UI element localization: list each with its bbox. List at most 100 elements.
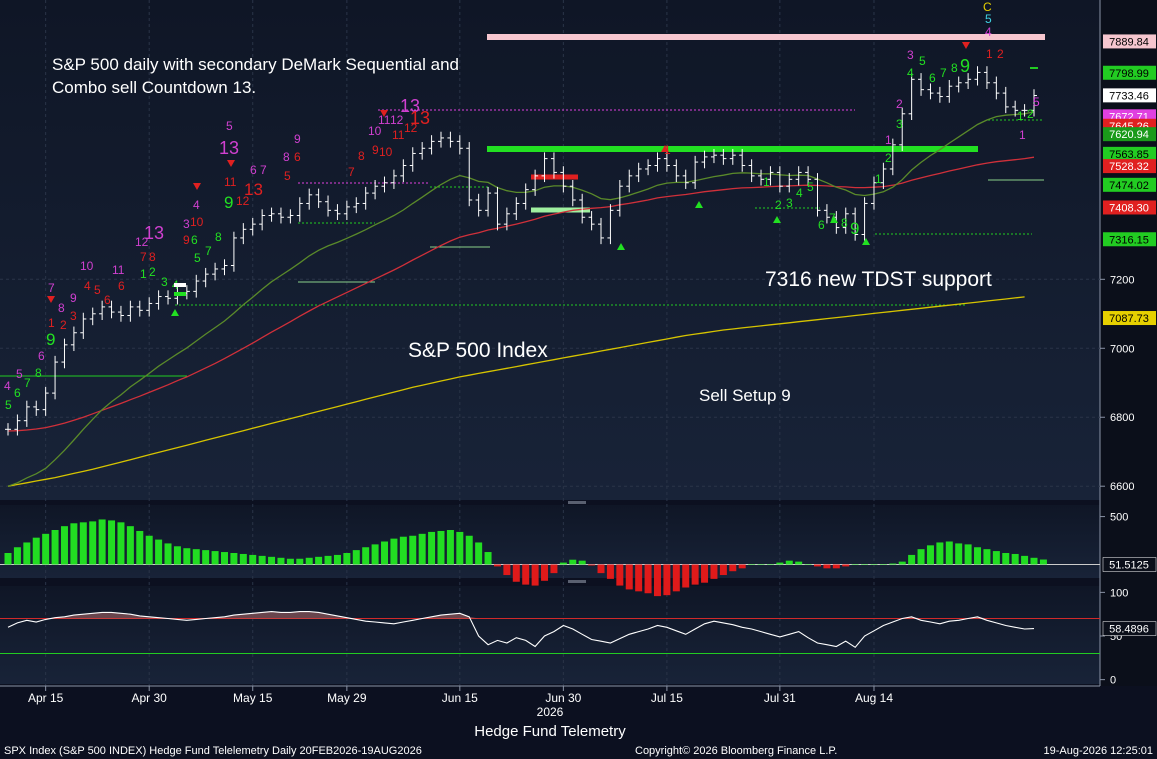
svg-text:9: 9 [294, 132, 301, 146]
svg-text:5: 5 [5, 398, 12, 412]
momentum-bar [315, 556, 323, 565]
svg-text:6: 6 [250, 163, 257, 177]
momentum-bar [1039, 559, 1047, 565]
momentum-bar [738, 564, 746, 569]
svg-text:8: 8 [35, 366, 42, 380]
momentum-bar [795, 561, 803, 565]
momentum-bar [371, 544, 379, 565]
svg-text:5: 5 [226, 119, 233, 133]
svg-text:2: 2 [885, 151, 892, 165]
price-tag-label: 7316.15 [1109, 234, 1149, 246]
price-tag: 7528.32 [1103, 159, 1156, 174]
svg-text:1: 1 [885, 133, 892, 147]
momentum-bar [588, 564, 596, 566]
svg-text:3: 3 [786, 196, 793, 210]
panel-splitter-1[interactable] [568, 501, 586, 504]
annotation-line-2: Combo sell Countdown 13. [52, 78, 256, 97]
momentum-bar [644, 564, 652, 594]
svg-text:9: 9 [183, 233, 190, 247]
momentum-bar [1030, 557, 1038, 565]
svg-text:6: 6 [118, 279, 125, 293]
momentum-bar [13, 547, 21, 565]
momentum-bar [42, 533, 50, 565]
svg-text:4: 4 [193, 198, 200, 212]
momentum-bar [663, 564, 671, 596]
svg-text:5: 5 [1033, 95, 1040, 109]
svg-text:6: 6 [929, 71, 936, 85]
momentum-bar [541, 564, 549, 581]
svg-text:1: 1 [140, 267, 147, 281]
momentum-bar [136, 530, 144, 565]
momentum-bar [559, 562, 567, 565]
price-tag-label: 7528.32 [1109, 161, 1149, 173]
price-tag: 7733.46 [1103, 88, 1156, 103]
svg-text:7: 7 [24, 376, 31, 390]
momentum-bar [493, 564, 501, 567]
x-tick-label: May 29 [327, 691, 367, 705]
svg-text:2: 2 [149, 265, 156, 279]
svg-text:10: 10 [80, 259, 94, 273]
svg-text:10: 10 [190, 215, 204, 229]
momentum-bar [446, 530, 454, 565]
y-tick-label: 0 [1110, 675, 1116, 687]
svg-text:6: 6 [14, 386, 21, 400]
momentum-bar [60, 526, 68, 565]
momentum-bar [625, 564, 633, 590]
svg-text:3: 3 [907, 48, 914, 62]
annotation-sell-setup: Sell Setup 9 [699, 386, 791, 405]
price-tag: 7563.85 [1103, 146, 1156, 161]
momentum-bar [842, 564, 850, 567]
momentum-value-label: 51.5125 [1109, 560, 1149, 572]
momentum-bar [202, 550, 210, 565]
momentum-bar [926, 545, 934, 565]
svg-text:5: 5 [919, 54, 926, 68]
svg-text:4: 4 [4, 379, 11, 393]
momentum-bar [1021, 555, 1029, 565]
svg-text:8: 8 [841, 216, 848, 230]
svg-text:11: 11 [392, 128, 405, 142]
svg-text:9: 9 [46, 330, 55, 349]
momentum-bar [889, 563, 897, 565]
price-tag-label: 7798.99 [1109, 68, 1149, 80]
x-axis-title: Hedge Fund Telemetry [474, 723, 626, 740]
panel-splitter-2[interactable] [568, 580, 586, 583]
momentum-bar [211, 551, 219, 565]
momentum-bar [785, 560, 793, 565]
momentum-bar [428, 531, 436, 565]
svg-text:5: 5 [807, 180, 814, 194]
momentum-bar [757, 564, 765, 565]
momentum-bar [964, 544, 972, 565]
momentum-bar [164, 543, 172, 565]
svg-text:1: 1 [875, 172, 882, 186]
annotation-index-name: S&P 500 Index [408, 339, 548, 362]
momentum-bar [268, 556, 276, 565]
momentum-bar [597, 564, 605, 574]
svg-text:3: 3 [70, 309, 77, 323]
x-tick-label: May 15 [233, 691, 273, 705]
momentum-bar [381, 541, 389, 565]
momentum-bar [89, 521, 97, 565]
momentum-bar [945, 541, 953, 565]
momentum-bar [79, 522, 87, 565]
price-tag: 7408.30 [1103, 200, 1156, 215]
svg-text:13: 13 [244, 180, 263, 199]
momentum-bar [324, 555, 332, 565]
x-tick-label: Apr 15 [28, 691, 64, 705]
x-axis-year: 2026 [537, 705, 564, 719]
momentum-bar [710, 564, 718, 579]
momentum-bar [974, 547, 982, 565]
svg-text:2: 2 [896, 97, 903, 111]
svg-text:3: 3 [896, 117, 903, 131]
momentum-bar [475, 542, 483, 565]
momentum-bar [145, 535, 153, 565]
svg-text:9: 9 [372, 143, 379, 157]
momentum-bar [653, 564, 661, 597]
svg-text:2: 2 [997, 47, 1004, 61]
momentum-bar [606, 564, 614, 579]
svg-text:3: 3 [183, 217, 190, 231]
momentum-bar [230, 553, 238, 565]
svg-text:4: 4 [985, 25, 992, 39]
momentum-bar [390, 538, 398, 565]
momentum-bar [305, 557, 313, 565]
momentum-bar [173, 546, 181, 565]
